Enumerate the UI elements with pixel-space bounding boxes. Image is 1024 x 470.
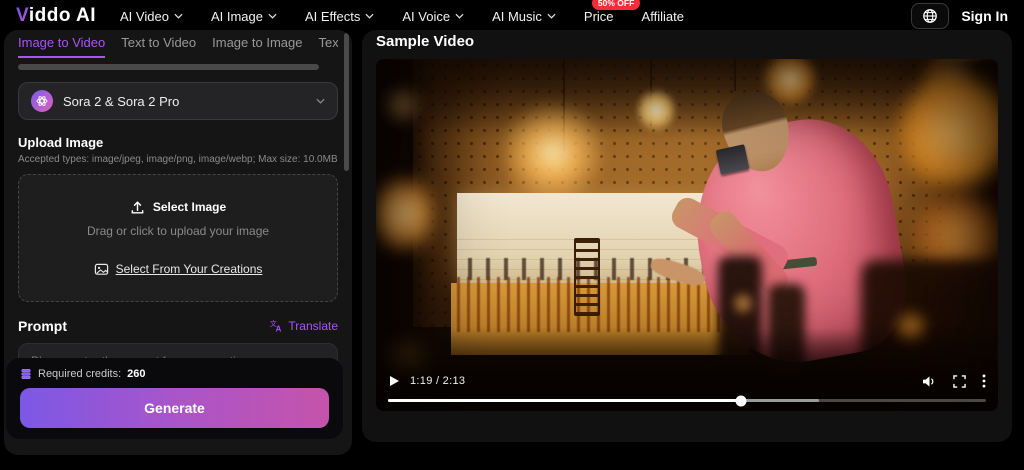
globe-icon	[922, 8, 938, 24]
upload-icon	[130, 200, 145, 215]
play-icon	[388, 375, 400, 387]
tab-text-to-video[interactable]: Text to Video	[121, 30, 196, 58]
fullscreen-icon	[953, 375, 966, 388]
volume-icon	[922, 375, 937, 388]
nav-item-ai-voice[interactable]: AI Voice	[402, 9, 464, 24]
nav-item-affiliate[interactable]: Affiliate	[642, 9, 684, 24]
preview-panel: Sample Video	[362, 30, 1012, 442]
nav-links: AI Video AI Image AI Effects AI Voice AI…	[120, 9, 684, 24]
select-image-label: Select Image	[153, 200, 226, 214]
generate-footer: Required credits: 260 Generate	[6, 358, 343, 439]
chevron-down-icon	[455, 13, 464, 19]
nav-item-price[interactable]: 50% OFF Price	[584, 9, 614, 24]
fullscreen-button[interactable]	[953, 375, 966, 388]
model-selector[interactable]: Sora 2 & Sora 2 Pro	[18, 82, 338, 120]
prompt-heading: Prompt	[18, 318, 67, 334]
tab-text-to-image[interactable]: Text to Image	[318, 30, 338, 58]
translate-label: Translate	[288, 319, 338, 333]
chevron-down-icon	[268, 13, 277, 19]
tabs-horizontal-scrollbar[interactable]	[18, 64, 319, 70]
nav-item-ai-image[interactable]: AI Image	[211, 9, 277, 24]
credits-coins-icon	[20, 368, 32, 380]
video-player[interactable]: 1:19 / 2:13	[376, 59, 998, 411]
panel-vertical-scrollbar[interactable]	[344, 33, 349, 171]
progress-thumb[interactable]	[735, 395, 746, 406]
tab-image-to-image[interactable]: Image to Image	[212, 30, 302, 58]
credits-value: 260	[127, 368, 145, 380]
nav-item-label: Affiliate	[642, 9, 684, 24]
accepted-types-text: Accepted types: image/jpeg, image/png, i…	[18, 154, 338, 165]
generator-panel: Image to Video Text to Video Image to Im…	[4, 30, 352, 455]
language-button[interactable]	[911, 3, 949, 29]
select-from-creations-link[interactable]: Select From Your Creations	[94, 262, 263, 277]
svg-text:A: A	[276, 324, 282, 333]
sample-video-scene	[376, 59, 998, 411]
logo-v: V	[16, 5, 29, 26]
credits-label: Required credits:	[38, 368, 121, 380]
prompt-header-row: Prompt 文 A Translate	[18, 318, 338, 334]
generate-button[interactable]: Generate	[20, 388, 329, 428]
drag-hint: Drag or click to upload your image	[87, 224, 269, 238]
credits-row: Required credits: 260	[20, 368, 329, 380]
chevron-down-icon	[365, 13, 374, 19]
progress-bar[interactable]	[388, 399, 986, 402]
nav-item-label: AI Voice	[402, 9, 450, 24]
sample-video-heading: Sample Video	[376, 33, 998, 50]
mode-tabs: Image to Video Text to Video Image to Im…	[18, 30, 338, 58]
model-selector-value: Sora 2 & Sora 2 Pro	[63, 94, 306, 109]
progress-filled	[388, 399, 741, 402]
nav-right: Sign In	[911, 3, 1008, 29]
chevron-down-icon	[316, 98, 325, 104]
nav-item-label: AI Effects	[305, 9, 360, 24]
nav-item-label: AI Video	[120, 9, 169, 24]
chevron-down-icon	[174, 13, 183, 19]
upload-dropzone[interactable]: Select Image Drag or click to upload you…	[18, 174, 338, 302]
creations-image-icon	[94, 262, 109, 277]
nav-item-label: AI Image	[211, 9, 263, 24]
nav-item-label: AI Music	[492, 9, 542, 24]
chevron-down-icon	[547, 13, 556, 19]
nav-item-ai-effects[interactable]: AI Effects	[305, 9, 374, 24]
sign-in-button[interactable]: Sign In	[961, 8, 1008, 24]
translate-icon: 文 A	[269, 319, 283, 333]
model-logo-icon	[31, 90, 53, 112]
upload-heading: Upload Image	[18, 135, 338, 150]
more-options-button[interactable]	[982, 374, 986, 388]
nav-item-label: Price	[584, 9, 614, 24]
select-image-button[interactable]: Select Image	[130, 200, 226, 215]
nav-item-ai-video[interactable]: AI Video	[120, 9, 183, 24]
logo-rest: iddo AI	[29, 5, 96, 26]
tab-image-to-video[interactable]: Image to Video	[18, 30, 105, 58]
video-controls: 1:19 / 2:13	[376, 367, 998, 411]
translate-button[interactable]: 文 A Translate	[269, 319, 338, 333]
nav-item-ai-music[interactable]: AI Music	[492, 9, 556, 24]
discount-badge: 50% OFF	[592, 0, 640, 10]
logo[interactable]: Viddo AI	[16, 5, 96, 27]
kebab-menu-icon	[982, 374, 986, 388]
time-display: 1:19 / 2:13	[410, 375, 465, 387]
creations-link-label: Select From Your Creations	[116, 262, 263, 276]
play-button[interactable]	[388, 375, 400, 387]
top-nav: Viddo AI AI Video AI Image AI Effects AI…	[0, 0, 1024, 32]
volume-button[interactable]	[922, 375, 937, 388]
